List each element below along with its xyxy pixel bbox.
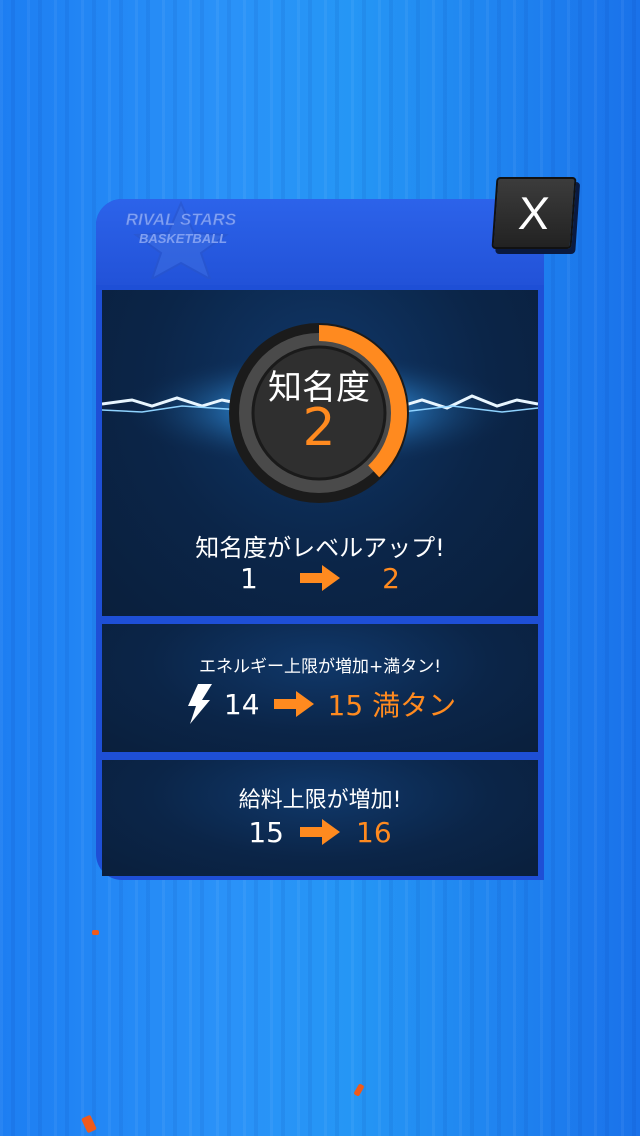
svg-text:RIVAL STARS: RIVAL STARS	[126, 210, 236, 229]
salary-title: 給料上限が増加!	[238, 788, 402, 813]
confetti-piece	[353, 1083, 365, 1097]
salary-from: 15	[248, 815, 284, 849]
arrow-right-icon	[300, 565, 340, 591]
arrow-right-icon	[300, 819, 340, 845]
svg-text:BASKETBALL: BASKETBALL	[139, 231, 227, 246]
energy-to: 15 満タン	[327, 689, 457, 722]
game-logo: RIVAL STARS BASKETBALL	[125, 200, 237, 282]
fame-level-section: 知名度 2 知名度がレベルアップ! 1 2	[102, 290, 538, 616]
fame-badge: 知名度 2	[226, 320, 412, 506]
salary-section: 給料上限が増加! 15 16	[102, 760, 538, 876]
confetti-piece	[92, 930, 99, 935]
energy-title: エネルギー上限が増加+満タン!	[198, 657, 442, 677]
lightning-bolt-icon	[184, 684, 214, 724]
panel-header: RIVAL STARS BASKETBALL	[96, 199, 544, 285]
level-to: 2	[382, 561, 400, 595]
confetti-piece	[81, 1114, 97, 1134]
arrow-right-icon	[273, 691, 314, 717]
fame-badge-level: 2	[302, 398, 336, 458]
level-from: 1	[240, 561, 258, 595]
level-up-title: 知名度がレベルアップ!	[195, 534, 445, 562]
salary-to: 16	[356, 815, 392, 849]
level-change-row: 1 2	[102, 560, 538, 596]
energy-change-row: 14 15 満タン	[102, 682, 538, 726]
energy-from: 14	[223, 687, 260, 721]
salary-change-row: 15 16	[102, 812, 538, 852]
energy-section: エネルギー上限が増加+満タン! 14 15 満タン	[102, 624, 538, 752]
close-button[interactable]: X	[491, 177, 577, 249]
